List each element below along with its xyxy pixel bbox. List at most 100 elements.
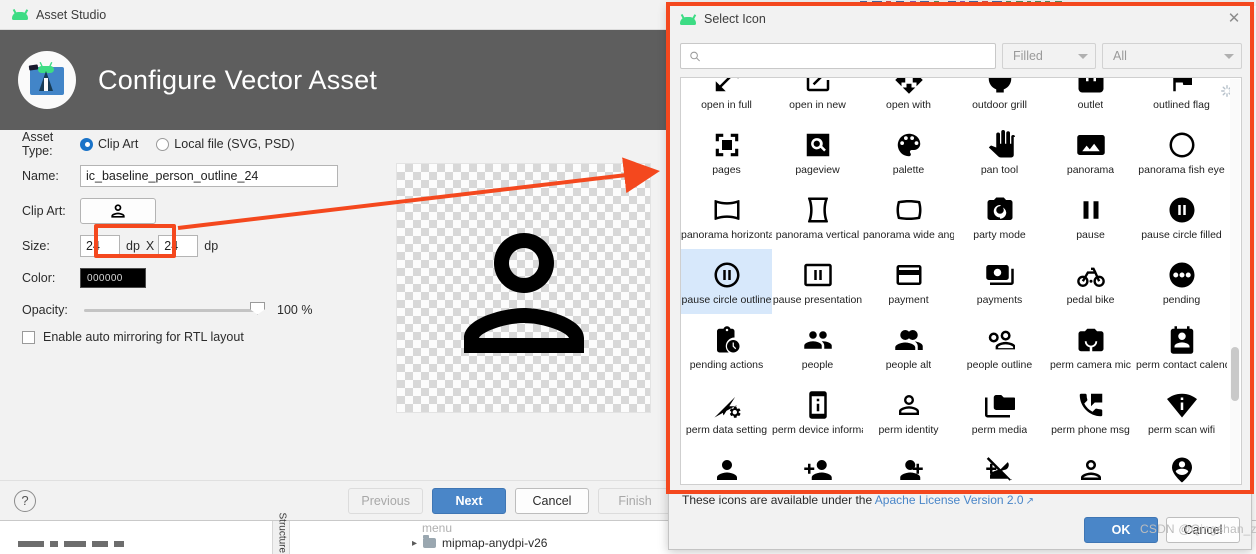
icon-label: perm contact calend — [1136, 359, 1227, 371]
license-link[interactable]: Apache License Version 2.0 — [875, 493, 1024, 507]
icon-cell-perm-media[interactable]: perm media — [954, 379, 1045, 444]
icon-cell-perm-data-setting[interactable]: perm data setting — [681, 379, 772, 444]
radio-clip-art-indicator[interactable] — [80, 137, 93, 151]
icon-glyph — [803, 386, 833, 424]
cancel-button[interactable]: Cancel — [515, 487, 589, 514]
icon-label: perm scan wifi — [1147, 424, 1216, 436]
icon-cell-people[interactable]: people — [772, 314, 863, 379]
icon-cell-open-with[interactable]: open with — [863, 78, 954, 119]
icon-cell-pedal-bike[interactable]: pedal bike — [1045, 249, 1136, 314]
structure-tool-window-tab[interactable]: Structure — [272, 513, 290, 554]
size-width-input[interactable] — [80, 235, 120, 257]
radio-clip-art[interactable]: Clip Art — [80, 137, 138, 151]
icon-label: open in full — [701, 99, 752, 111]
party-mode-icon — [987, 197, 1012, 220]
perm-data-setting-icon — [714, 396, 741, 418]
icon-glyph — [803, 78, 833, 99]
icon-cell-perm-scan-wifi[interactable]: perm scan wifi — [1136, 379, 1227, 444]
icon-cell-perm-device-informa[interactable]: perm device informa — [772, 379, 863, 444]
icon-cell-pageview[interactable]: pageview — [772, 119, 863, 184]
icon-cell-panorama[interactable]: panorama — [1045, 119, 1136, 184]
icon-cell-person-add[interactable]: person add — [772, 444, 863, 484]
icon-cell-pending-actions[interactable]: pending actions — [681, 314, 772, 379]
radio-local-file-indicator[interactable] — [156, 137, 170, 151]
next-button[interactable]: Next — [432, 487, 506, 514]
icon-cell-payment[interactable]: payment — [863, 249, 954, 314]
radio-local-file[interactable]: Local file (SVG, PSD) — [156, 137, 294, 151]
size-separator: X — [145, 239, 155, 253]
icon-cell-pause-circle-outline[interactable]: pause circle outline — [681, 249, 772, 314]
icon-cell-pause-presentation[interactable]: pause presentation — [772, 249, 863, 314]
clip-art-button[interactable] — [80, 198, 156, 224]
finish-button[interactable]: Finish — [598, 487, 672, 514]
search-field[interactable] — [680, 43, 996, 69]
name-input[interactable] — [80, 165, 338, 187]
chevron-right-icon[interactable]: ▸ — [412, 538, 417, 549]
chevron-down-icon[interactable] — [1224, 53, 1234, 59]
icon-glyph — [1076, 321, 1106, 359]
panorama-icon — [1076, 135, 1105, 155]
close-icon[interactable]: ✕ — [1226, 11, 1242, 27]
icon-cell-person-add-alt-1[interactable]: person add alt 1 — [863, 444, 954, 484]
payment-icon — [896, 265, 921, 285]
person-outline-icon — [1080, 460, 1101, 480]
icon-cell-panorama-horizonta[interactable]: panorama horizonta — [681, 184, 772, 249]
icon-grid-row: panorama horizonta panorama vertical panor… — [681, 184, 1227, 249]
icon-cell-panorama-vertical[interactable]: panorama vertical — [772, 184, 863, 249]
icon-glyph — [894, 386, 924, 424]
size-label: Size: — [22, 239, 50, 253]
previous-button[interactable]: Previous — [348, 487, 423, 514]
color-swatch[interactable]: 000000 — [80, 268, 146, 288]
icon-glyph — [1166, 386, 1197, 424]
opacity-slider-handle[interactable] — [250, 301, 265, 315]
icon-cell-perm-identity[interactable]: perm identity — [863, 379, 954, 444]
icon-cell-person-outline[interactable]: person outline — [1045, 444, 1136, 484]
chevron-down-icon[interactable] — [1078, 53, 1088, 59]
icon-cell-people-alt[interactable]: people alt — [863, 314, 954, 379]
icon-cell-person[interactable]: person — [681, 444, 772, 484]
pageview-icon — [806, 133, 829, 157]
tree-item-mipmap[interactable]: ▸ mipmap-anydpi-v26 — [412, 535, 547, 550]
rtl-mirroring-checkbox[interactable] — [22, 330, 35, 344]
icon-cell-outlet[interactable]: outlet — [1045, 78, 1136, 119]
icon-cell-pause[interactable]: pause — [1045, 184, 1136, 249]
icon-cell-pan-tool[interactable]: pan tool — [954, 119, 1045, 184]
icon-cell-palette[interactable]: palette — [863, 119, 954, 184]
size-height-input[interactable] — [158, 235, 199, 257]
icon-label: palette — [892, 164, 925, 176]
style-filter-dropdown[interactable]: Filled — [1002, 43, 1096, 69]
icon-cell-party-mode[interactable]: party mode — [954, 184, 1045, 249]
help-button[interactable]: ? — [14, 489, 36, 512]
icon-glyph — [985, 256, 1015, 294]
icon-cell-person-add-disabled[interactable]: person add disabled — [954, 444, 1045, 484]
rtl-mirroring-row[interactable]: Enable auto mirroring for RTL layout — [0, 330, 380, 344]
icon-cell-perm-contact-calend[interactable]: perm contact calend — [1136, 314, 1227, 379]
category-filter-dropdown[interactable]: All — [1102, 43, 1242, 69]
icon-cell-perm-camera-mic[interactable]: perm camera mic — [1045, 314, 1136, 379]
android-studio-icon — [18, 51, 76, 109]
scrollbar-thumb[interactable] — [1231, 347, 1239, 401]
icon-glyph — [1167, 451, 1197, 484]
icon-cell-panorama-wide-angl[interactable]: panorama wide angl — [863, 184, 954, 249]
icon-cell-pending[interactable]: pending — [1136, 249, 1227, 314]
icon-cell-payments[interactable]: payments — [954, 249, 1045, 314]
perm-contact-calendar-icon — [1170, 326, 1193, 354]
icon-cell-panorama-fish-eye[interactable]: panorama fish eye — [1136, 119, 1227, 184]
category-filter-value: All — [1113, 49, 1127, 63]
icon-label: pages — [712, 164, 741, 176]
icon-grid-scrollbar[interactable] — [1230, 79, 1240, 484]
icon-grid-container[interactable]: open in full open in new open with outdoor … — [680, 77, 1242, 485]
icon-cell-person-pin[interactable]: person pin — [1136, 444, 1227, 484]
icon-cell-pause-circle-filled[interactable]: pause circle filled — [1136, 184, 1227, 249]
icon-cell-open-in-new[interactable]: open in new — [772, 78, 863, 119]
icon-cell-pages[interactable]: pages — [681, 119, 772, 184]
icon-cell-outlined-flag[interactable]: outlined flag — [1136, 78, 1227, 119]
opacity-slider[interactable] — [84, 301, 265, 315]
search-input[interactable] — [708, 48, 995, 64]
icon-cell-perm-phone-msg[interactable]: perm phone msg — [1045, 379, 1136, 444]
icon-cell-open-in-full[interactable]: open in full — [681, 78, 772, 119]
icon-label: outdoor grill — [972, 99, 1027, 111]
radio-local-file-label: Local file (SVG, PSD) — [174, 137, 295, 151]
icon-cell-people-outline[interactable]: people outline — [954, 314, 1045, 379]
icon-cell-outdoor-grill[interactable]: outdoor grill — [954, 78, 1045, 119]
